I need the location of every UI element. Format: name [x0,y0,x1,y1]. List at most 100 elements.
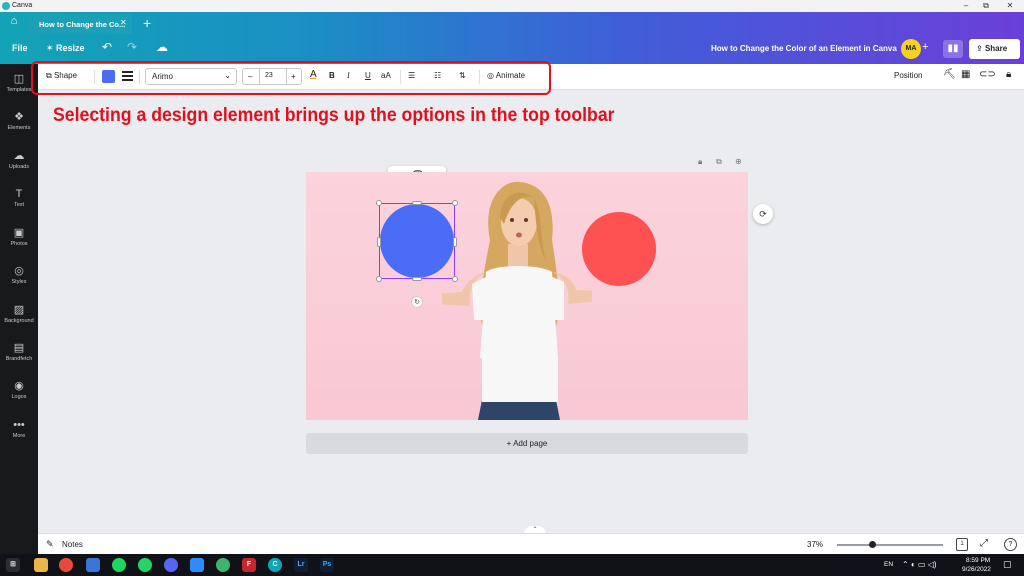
file-explorer-icon[interactable] [34,558,48,572]
add-page-button[interactable]: + Add page [306,433,748,454]
add-collaborator-icon[interactable]: + [922,41,928,53]
sidebar-item-label: Logos [11,394,27,400]
file-menu-button[interactable]: File [12,43,28,53]
resize-handle[interactable] [412,277,422,281]
share-button[interactable]: ⇪ Share [969,39,1020,59]
whatsapp-icon[interactable] [138,558,152,572]
lightroom-icon[interactable]: Lr [294,558,308,572]
greenapp-icon[interactable] [216,558,230,572]
sidebar-item-photos[interactable]: ▣ Photos [0,227,38,247]
tab-design[interactable]: How to Change the Co... [30,14,132,34]
sidebar-item-text[interactable]: T Text [0,188,38,208]
rotate-handle-icon[interactable]: ↻ [411,296,423,308]
discord-icon[interactable] [164,558,178,572]
sidebar-item-uploads[interactable]: ☁ Uploads [0,150,38,170]
resize-handle[interactable] [376,200,382,206]
zoom-slider-knob[interactable] [868,541,876,548]
resize-handle[interactable] [452,200,458,206]
minimize-button[interactable]: – [956,0,976,12]
paint-roller-icon[interactable]: ⛏ [943,69,956,80]
sidebar-item-label: Elements [7,125,31,131]
close-tab-icon[interactable]: ✕ [120,18,127,27]
sidebar-item-label: Photos [10,241,28,247]
help-button[interactable]: ? [1004,538,1017,551]
transparency-icon[interactable]: ▦ [961,69,970,80]
resize-handle[interactable] [377,237,381,247]
sidebar-item-background[interactable]: ▨ Background [0,304,38,324]
canva-icon[interactable]: C [268,558,282,572]
sidebar-item-styles[interactable]: ◎ Styles [0,265,38,285]
share-label: Share [984,44,1008,53]
resize-handle[interactable] [412,201,422,205]
undo-icon[interactable]: ↶ [102,40,112,54]
resize-handle[interactable] [453,237,457,247]
sidebar-item-elements[interactable]: ❖ Elements [0,111,38,131]
lock-icon[interactable]: 🔒︎ [1006,69,1011,80]
sidebar-item-label: Styles [11,279,27,285]
windows-start-icon[interactable]: ⊞ [6,558,20,572]
spotify-icon[interactable] [112,558,126,572]
design-page[interactable] [306,172,748,420]
add-page-icon[interactable]: ⊕ [735,157,742,166]
resize-handle[interactable] [452,276,458,282]
uploads-icon: ☁ [13,150,25,162]
redo-icon[interactable]: ↷ [127,40,137,54]
elements-icon: ❖ [14,111,24,123]
insights-icon[interactable]: ▮▮ [943,40,963,58]
system-tray-icons[interactable]: ⌃ ◐ ▭ ◁) [902,560,937,569]
toolbar-highlight-frame [31,61,551,95]
position-button[interactable]: Position [894,71,922,80]
zoom-slider-track[interactable] [837,544,943,546]
background-icon: ▨ [13,304,25,316]
zoom-level[interactable]: 37% [807,540,823,549]
resize-handle[interactable] [376,276,382,282]
filezilla-icon[interactable]: F [242,558,256,572]
lock-page-icon[interactable]: 🔒︎ [698,157,702,167]
language-indicator[interactable]: EN [884,561,893,568]
link-icon[interactable]: ⊂⊃ [979,69,996,80]
photoshop-icon[interactable]: Ps [320,558,334,572]
sidebar-item-logos[interactable]: ◉ Logos [0,380,38,400]
resize-label: Resize [56,43,85,53]
logos-icon: ◉ [14,380,24,392]
sparkle-icon: ✶ [46,43,57,53]
bottom-bar: ✎ Notes 37% 1 ⤢ ? [38,533,1024,554]
notification-icon[interactable]: ▢ [1003,559,1012,570]
sidebar-item-label: Brandfetch [5,356,33,362]
clock-date[interactable]: 9/26/2022 [962,566,991,573]
fullscreen-icon[interactable]: ⤢ [980,538,988,549]
sidebar-item-brandfetch[interactable]: ▤ Brandfetch [0,342,38,362]
window-title-bar: Canva – ⧉ ✕ [0,0,1024,12]
tab-bar: ⌂ How to Change the Co... ✕ + [0,12,1024,34]
sidebar-item-more[interactable]: ••• More [0,419,38,439]
folder-icon[interactable] [86,558,100,572]
canva-app-icon [2,2,10,10]
notes-icon[interactable]: ✎ [46,539,54,550]
woman-photo[interactable] [442,180,592,420]
refresh-icon[interactable]: ⟳ [753,204,773,224]
notes-button[interactable]: Notes [62,540,83,549]
home-icon[interactable]: ⌂ [4,15,24,31]
duplicate-page-icon[interactable]: ⧉ [716,157,722,167]
avatar[interactable]: MA [901,39,921,59]
sidebar-item-label: More [12,433,26,439]
maximize-button[interactable]: ⧉ [976,0,996,12]
document-title[interactable]: How to Change the Color of an Element in… [711,44,897,53]
page-count[interactable]: 1 [956,538,968,551]
zoom-icon[interactable] [190,558,204,572]
clock-time[interactable]: 8:59 PM [966,557,990,564]
new-tab-button[interactable]: + [143,15,151,31]
close-window-button[interactable]: ✕ [1000,0,1020,12]
text-icon: T [15,188,23,200]
brandfetch-icon: ▤ [13,342,25,354]
chrome-icon[interactable] [59,558,73,572]
red-circle-element[interactable] [582,212,656,286]
left-sidebar: ◫ Templates ❖ Elements ☁ Uploads T Text ▣ Pho… [0,64,38,554]
window-title: Canva [12,2,33,9]
share-icon: ⇪ [976,44,985,53]
resize-button[interactable]: ✶ Resize [46,43,85,54]
sidebar-item-label: Uploads [8,164,30,170]
sidebar-item-label: Background [4,318,34,324]
cloud-save-icon[interactable]: ☁ [156,40,168,54]
selection-box[interactable] [376,200,458,282]
